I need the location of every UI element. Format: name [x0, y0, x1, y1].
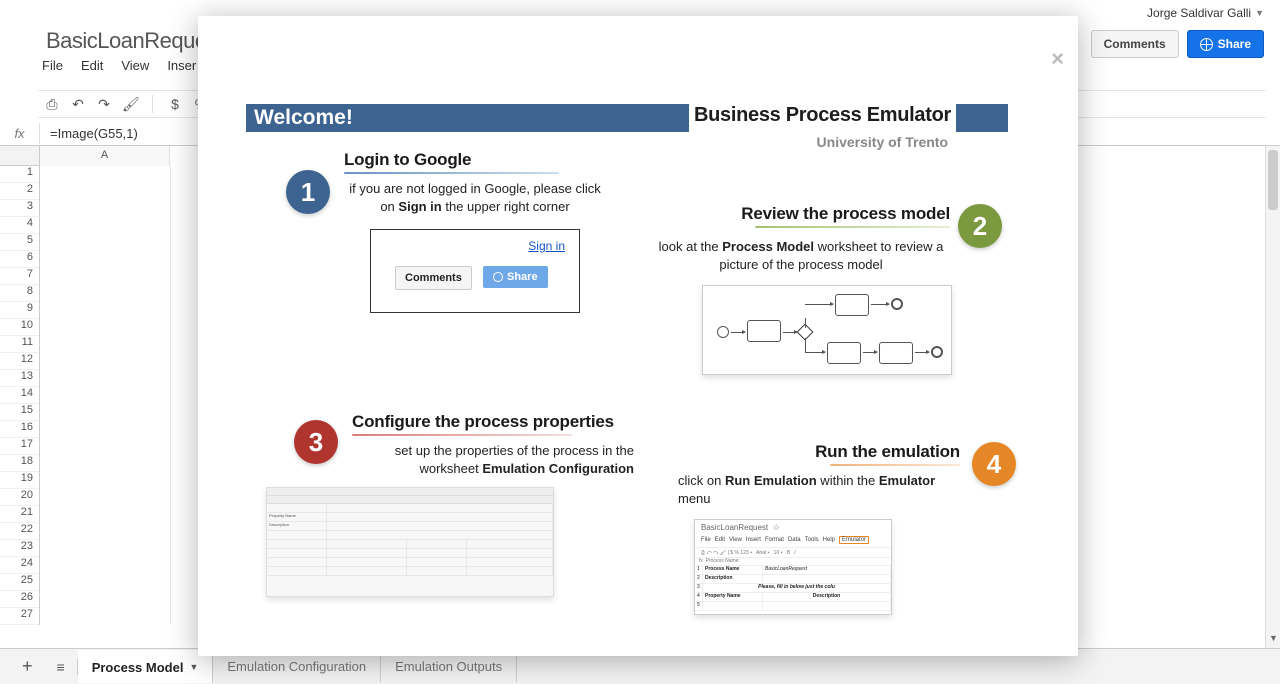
menu-view[interactable]: View — [121, 58, 149, 73]
row-headers: 1 2 3 4 5 6 7 8 9 10 11 12 13 14 15 16 1… — [0, 166, 40, 625]
row-header[interactable]: 1 — [0, 166, 39, 183]
row-header[interactable]: 24 — [0, 557, 39, 574]
step1-desc: if you are not logged in Google, please … — [344, 180, 606, 215]
step-1: 1 Login to Google if you are not logged … — [286, 150, 606, 313]
share-illustration: Share — [483, 266, 548, 288]
row-header[interactable]: 2 — [0, 183, 39, 200]
row-header[interactable]: 23 — [0, 540, 39, 557]
menu-insert[interactable]: Inser — [167, 58, 196, 73]
comments-illustration: Comments — [395, 266, 472, 290]
row-header[interactable]: 3 — [0, 200, 39, 217]
row-header[interactable]: 17 — [0, 438, 39, 455]
signin-illustration: Sign in Comments Share — [370, 229, 580, 313]
menu-edit[interactable]: Edit — [81, 58, 103, 73]
config-thumbnail: Property Name Description — [266, 487, 554, 597]
step4-desc: click on Run Emulation within the Emulat… — [678, 472, 960, 507]
row-header[interactable]: 22 — [0, 523, 39, 540]
step2-title: Review the process model — [652, 204, 950, 224]
globe-icon — [493, 272, 503, 282]
undo-icon[interactable]: ↶ — [70, 96, 86, 112]
step-4: 4 Run the emulation click on Run Emulati… — [676, 442, 1016, 615]
app-subtitle: University of Trento — [817, 134, 948, 150]
fx-label: fx — [0, 123, 40, 144]
emulator-menu-highlight: Emulator — [839, 536, 869, 544]
row-header[interactable]: 27 — [0, 608, 39, 625]
row-header[interactable]: 10 — [0, 319, 39, 336]
redo-icon[interactable]: ↷ — [96, 96, 112, 112]
row-header[interactable]: 21 — [0, 506, 39, 523]
menu-bar: File Edit View Inser — [42, 58, 196, 73]
welcome-dialog: × Welcome! Business Process Emulator Uni… — [198, 16, 1078, 656]
select-all-corner[interactable] — [0, 146, 40, 166]
column-header-a[interactable]: A — [40, 146, 170, 166]
globe-icon — [1200, 38, 1213, 51]
scroll-down-icon[interactable]: ▼ — [1266, 633, 1280, 647]
chevron-down-icon: ▼ — [189, 662, 198, 672]
welcome-label: Welcome! — [246, 104, 689, 132]
row-header[interactable]: 5 — [0, 234, 39, 251]
emulator-menu-thumbnail: BasicLoanRequest ☆ FileEditViewInsertFor… — [694, 519, 892, 615]
scrollbar-thumb[interactable] — [1268, 150, 1278, 210]
all-sheets-button[interactable]: ≡ — [45, 659, 78, 675]
comments-button[interactable]: Comments — [1091, 30, 1179, 58]
step-badge-1: 1 — [286, 170, 330, 214]
sheet-tab-label: Process Model — [92, 660, 184, 675]
user-menu[interactable]: Jorge Saldivar Galli ▼ — [1147, 6, 1264, 20]
row-header[interactable]: 8 — [0, 285, 39, 302]
share-button[interactable]: Share — [1187, 30, 1264, 58]
row-header[interactable]: 25 — [0, 574, 39, 591]
row-header[interactable]: 14 — [0, 387, 39, 404]
row-header[interactable]: 18 — [0, 455, 39, 472]
row-header[interactable]: 13 — [0, 370, 39, 387]
row-header[interactable]: 12 — [0, 353, 39, 370]
row-header[interactable]: 7 — [0, 268, 39, 285]
app-title: Business Process Emulator — [689, 104, 956, 127]
row-header[interactable]: 20 — [0, 489, 39, 506]
row-header[interactable]: 6 — [0, 251, 39, 268]
step1-title: Login to Google — [344, 150, 606, 170]
sheet-tab-process-model[interactable]: Process Model ▼ — [78, 650, 214, 683]
row-header[interactable]: 19 — [0, 472, 39, 489]
step-3: 3 Configure the process properties set u… — [294, 412, 634, 597]
row-header[interactable]: 11 — [0, 336, 39, 353]
user-name: Jorge Saldivar Galli — [1147, 6, 1251, 20]
close-button[interactable]: × — [1051, 48, 1064, 70]
add-sheet-button[interactable]: + — [10, 656, 45, 677]
chevron-down-icon: ▼ — [1255, 8, 1264, 18]
row-header[interactable]: 9 — [0, 302, 39, 319]
row-header[interactable]: 16 — [0, 421, 39, 438]
bpmn-diagram — [702, 285, 952, 375]
row-header[interactable]: 4 — [0, 217, 39, 234]
row-header[interactable]: 15 — [0, 404, 39, 421]
row-header[interactable]: 26 — [0, 591, 39, 608]
share-label: Share — [1218, 37, 1251, 51]
menu-file[interactable]: File — [42, 58, 63, 73]
signin-link: Sign in — [528, 239, 565, 253]
document-title[interactable]: BasicLoanReques — [46, 28, 217, 54]
step-badge-4: 4 — [972, 442, 1016, 486]
paint-format-icon[interactable]: 🖌 — [122, 96, 138, 112]
welcome-banner: Welcome! Business Process Emulator — [246, 104, 1008, 132]
step-badge-3: 3 — [294, 420, 338, 464]
step3-desc: set up the properties of the process in … — [352, 442, 634, 477]
step3-title: Configure the process properties — [352, 412, 634, 432]
step4-title: Run the emulation — [676, 442, 960, 462]
vertical-scrollbar[interactable]: ▼ — [1265, 146, 1280, 648]
print-icon[interactable]: ⎙ — [44, 96, 60, 112]
currency-format[interactable]: $ — [167, 96, 183, 112]
step-badge-2: 2 — [958, 204, 1002, 248]
step2-desc: look at the Process Model worksheet to r… — [652, 238, 950, 273]
step-2: 2 Review the process model look at the P… — [652, 204, 1002, 375]
